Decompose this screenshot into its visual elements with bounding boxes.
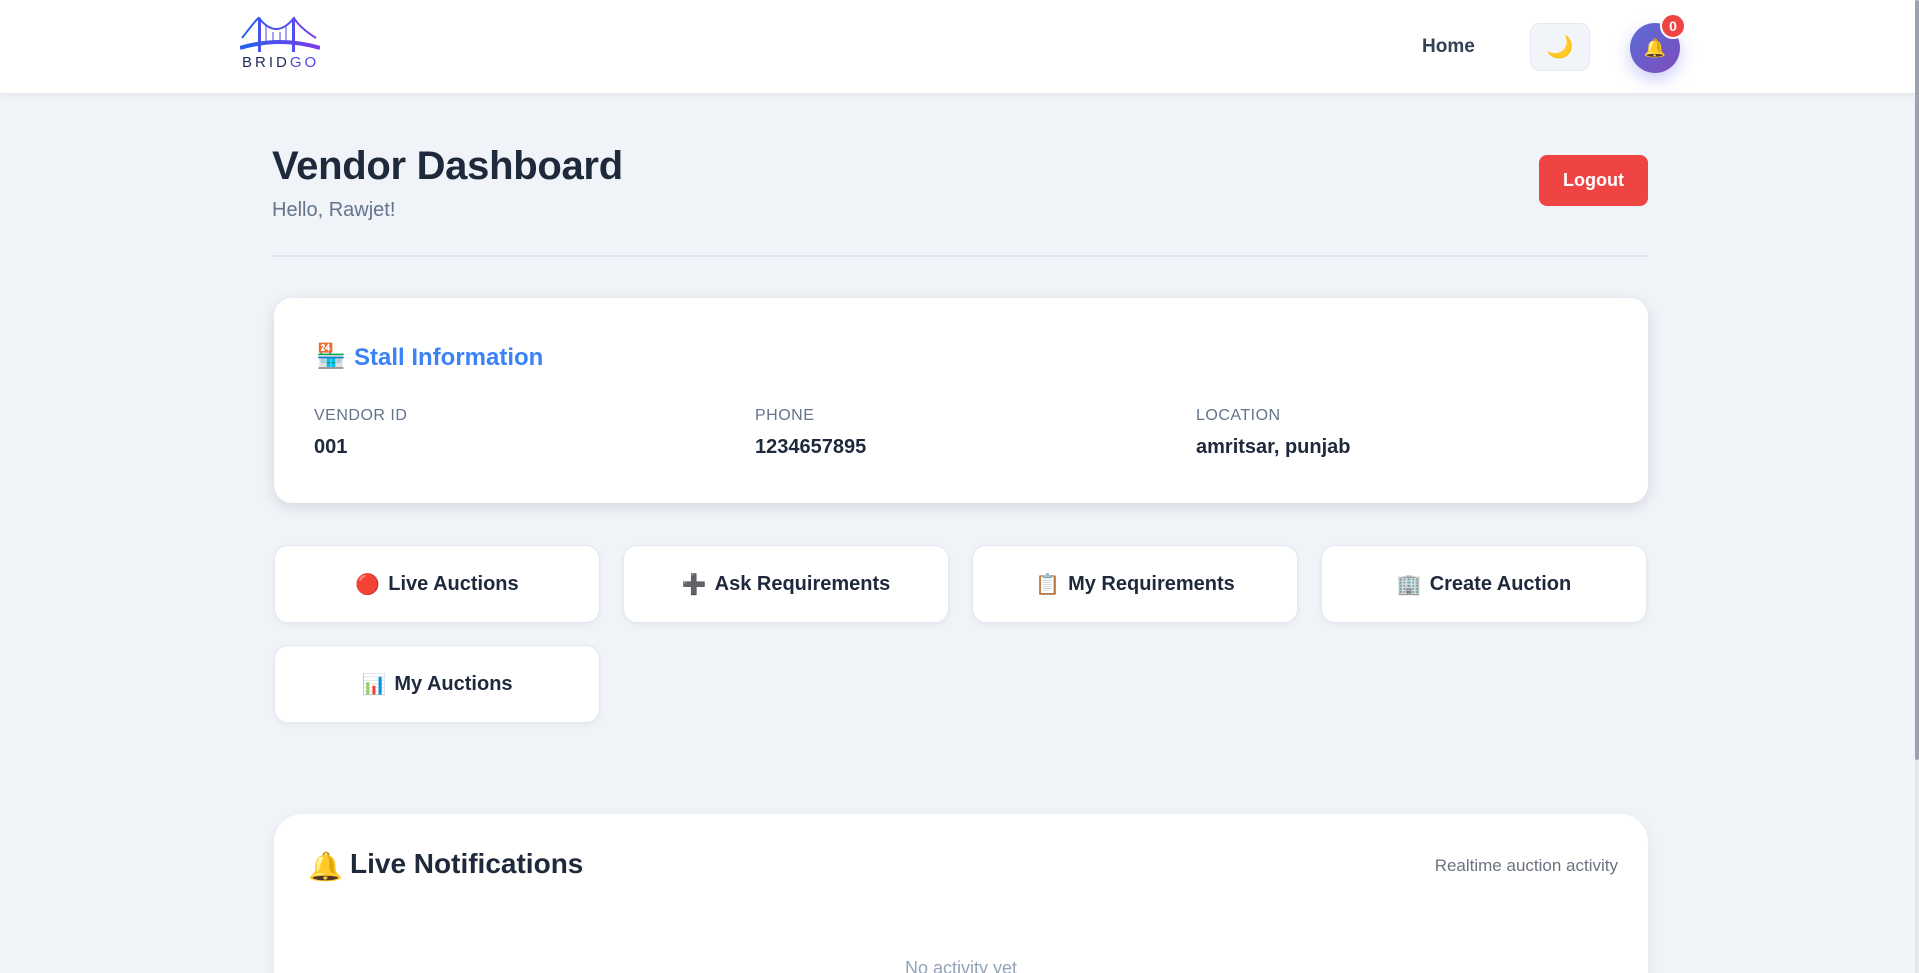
vendor-id-value: 001	[314, 436, 348, 458]
vendor-id-label: VENDOR ID	[314, 407, 408, 424]
notifications-title: Live Notifications	[350, 848, 584, 879]
logout-button[interactable]: Logout	[1539, 155, 1648, 206]
greeting-text: Hello, Rawjet!	[272, 199, 396, 221]
bridgo-logo[interactable]: BRIDGO	[240, 14, 320, 74]
ask-requirements-button[interactable]: ➕ Ask Requirements	[623, 545, 949, 623]
page-title: Vendor Dashboard	[272, 144, 623, 188]
theme-toggle-button[interactable]: 🌙	[1530, 23, 1590, 71]
my-requirements-button[interactable]: 📋 My Requirements	[972, 545, 1298, 623]
nav-home-link[interactable]: Home	[1422, 36, 1475, 58]
stall-information-card: 🏪 Stall Information VENDOR ID 001 PHONE …	[274, 298, 1648, 503]
notifications-empty-text: No activity yet	[904, 958, 1018, 973]
moon-icon: 🌙	[1546, 34, 1574, 59]
location-label: LOCATION	[1196, 407, 1281, 424]
logo-text: BRIDGO	[242, 54, 320, 71]
page-scrollbar-thumb[interactable]	[1915, 0, 1919, 760]
my-auctions-button[interactable]: 📊 My Auctions	[274, 645, 600, 723]
stall-title: Stall Information	[354, 344, 544, 371]
bell-icon: 🔔	[1643, 37, 1667, 58]
my-requirements-label: My Requirements	[1068, 572, 1235, 595]
phone-label: PHONE	[755, 407, 815, 424]
live-auctions-label: Live Auctions	[388, 572, 519, 595]
bridge-logo-icon	[240, 16, 320, 52]
bar-chart-icon: 📊	[361, 673, 387, 696]
my-auctions-label: My Auctions	[394, 672, 513, 695]
location-value: amritsar, punjab	[1196, 436, 1351, 458]
phone-value: 1234657895	[755, 436, 867, 458]
live-auctions-button[interactable]: 🔴 Live Auctions	[274, 545, 600, 623]
top-navbar: BRIDGO Home 🌙 🔔 0	[0, 0, 1915, 94]
store-icon: 🏪	[316, 343, 346, 370]
bell-icon: 🔔	[308, 851, 343, 882]
notification-count-badge: 0	[1660, 13, 1686, 39]
live-notifications-card: 🔔 Live Notifications Realtime auction ac…	[274, 814, 1648, 973]
building-icon: 🏢	[1396, 573, 1422, 596]
plus-icon: ➕	[681, 573, 707, 596]
create-auction-button[interactable]: 🏢 Create Auction	[1321, 545, 1647, 623]
ask-requirements-label: Ask Requirements	[714, 572, 891, 595]
create-auction-label: Create Auction	[1429, 572, 1572, 595]
clipboard-icon: 📋	[1035, 573, 1061, 596]
header-divider	[272, 255, 1648, 257]
red-circle-icon: 🔴	[355, 573, 381, 596]
notifications-subtitle: Realtime auction activity	[1434, 856, 1618, 875]
